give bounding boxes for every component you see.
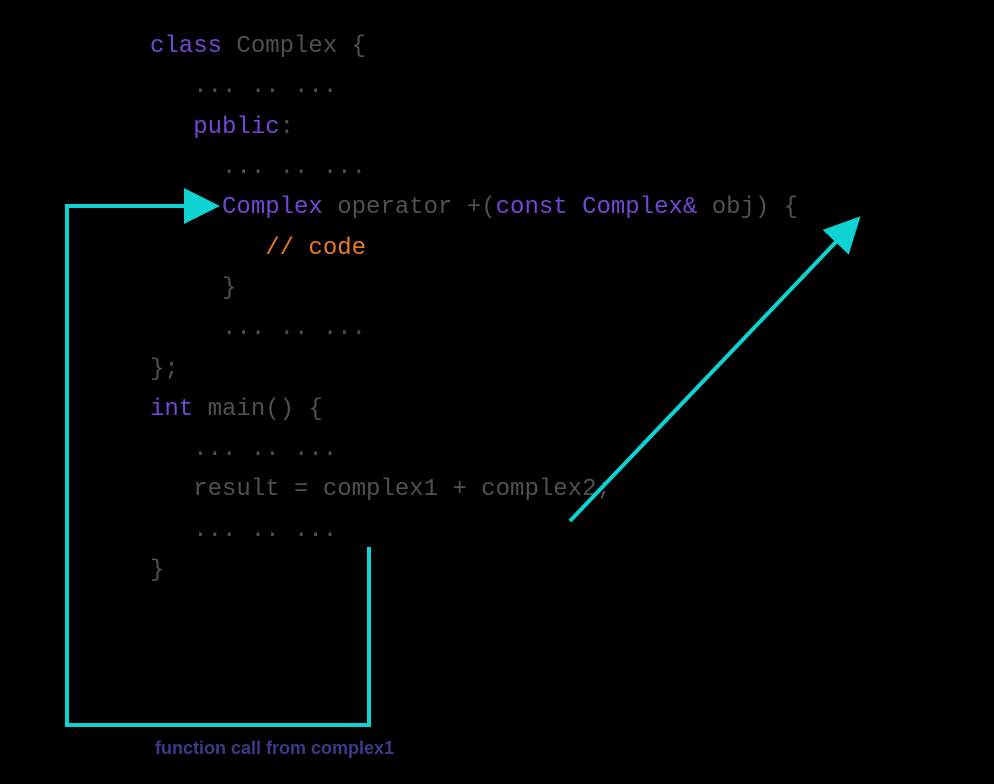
code-line-11: int main() { <box>150 390 798 430</box>
code-line-12: ... .. ... <box>150 430 798 470</box>
code-line-13: result = complex1 + complex2; <box>150 470 798 510</box>
code-line-5: Complex operator +(const Complex& obj) { <box>150 188 798 228</box>
code-text: main() { <box>193 396 323 423</box>
keyword-class: class <box>150 33 222 60</box>
code-text: Complex { <box>222 33 366 60</box>
code-line-15: } <box>150 551 798 591</box>
keyword-public: public <box>150 114 280 141</box>
code-line-7: } <box>150 269 798 309</box>
code-line-6: // code <box>150 229 798 269</box>
caption-text: function call from complex1 <box>155 738 394 759</box>
code-line-1: class Complex { <box>150 27 798 67</box>
code-text: : <box>280 114 294 141</box>
keyword-complex-ref: Complex& <box>568 194 698 221</box>
code-line-3: public: <box>150 108 798 148</box>
code-block: class Complex { ... .. ... public: ... .… <box>150 27 798 591</box>
code-line-4: ... .. ... <box>150 148 798 188</box>
keyword-complex: Complex <box>150 194 323 221</box>
keyword-int: int <box>150 396 193 423</box>
code-text: obj) { <box>697 194 798 221</box>
code-line-9: }; <box>150 350 798 390</box>
code-line-2: ... .. ... <box>150 67 798 107</box>
code-line-8: ... .. ... <box>150 309 798 349</box>
code-line-14: ... .. ... <box>150 511 798 551</box>
keyword-const: const <box>496 194 568 221</box>
code-text: operator +( <box>323 194 496 221</box>
